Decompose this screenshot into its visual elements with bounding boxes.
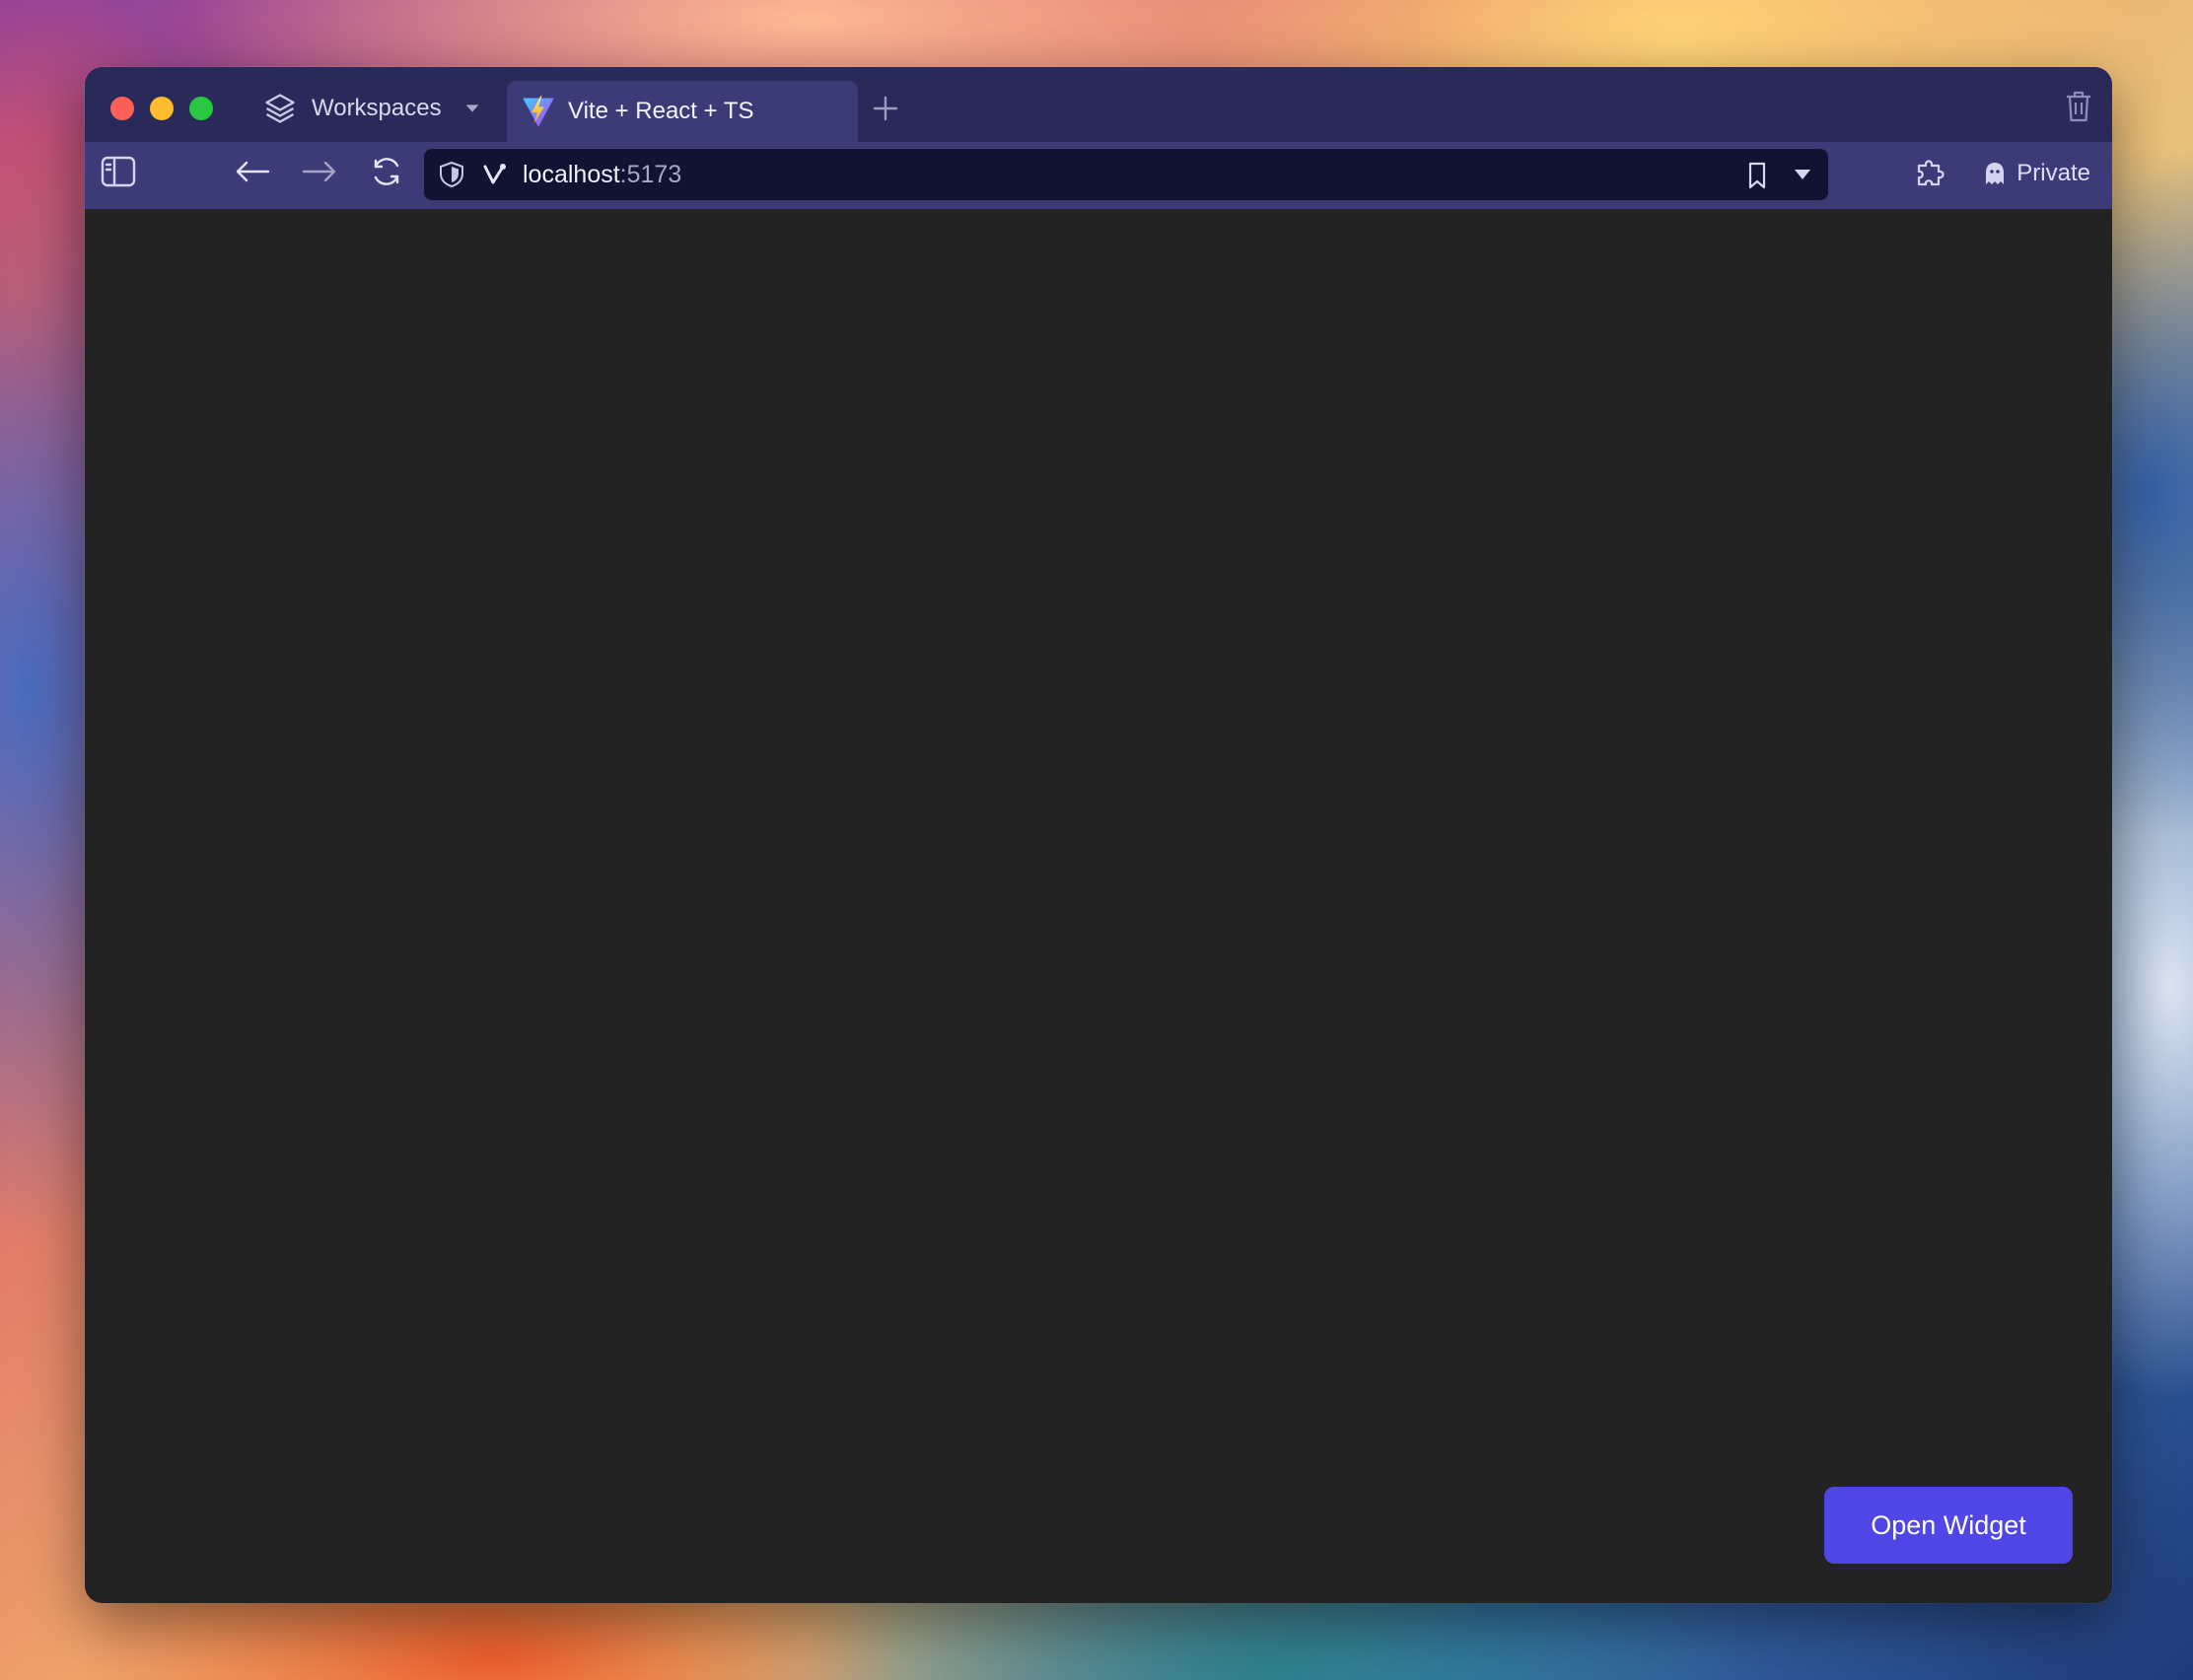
browser-window: Workspaces Vite + React + TS localhost:5… xyxy=(85,67,2112,1603)
page-content: Open Widget xyxy=(85,209,2112,1603)
open-widget-button[interactable]: Open Widget xyxy=(1824,1487,2073,1564)
private-label: Private xyxy=(2016,160,2090,186)
minimize-window-button[interactable] xyxy=(150,97,174,120)
chevron-down-icon[interactable] xyxy=(1793,167,1812,182)
shield-icon[interactable] xyxy=(438,161,465,188)
ghost-icon xyxy=(1986,163,2005,184)
workspaces-label: Workspaces xyxy=(312,95,442,121)
vite-favicon-icon xyxy=(523,96,554,127)
back-arrow-icon[interactable] xyxy=(233,152,272,191)
layers-icon xyxy=(265,94,295,123)
forward-arrow-icon[interactable] xyxy=(300,152,339,191)
trash-icon[interactable] xyxy=(2063,89,2094,124)
plus-icon[interactable] xyxy=(870,93,901,124)
url-host: localhost xyxy=(523,161,620,188)
tab-title: Vite + React + TS xyxy=(568,98,754,124)
close-window-button[interactable] xyxy=(110,97,134,120)
chevron-down-icon xyxy=(465,105,478,112)
bookmark-icon[interactable] xyxy=(1743,161,1771,190)
sidebar-toggle-icon[interactable] xyxy=(99,152,138,191)
extensions-icon[interactable] xyxy=(1911,152,1950,191)
tab-bar: Workspaces Vite + React + TS xyxy=(85,67,2112,142)
private-indicator[interactable]: Private xyxy=(1983,160,2090,187)
url-text: localhost:5173 xyxy=(523,161,681,189)
tab-vite-react-ts[interactable]: Vite + React + TS xyxy=(507,81,858,142)
address-bar[interactable]: localhost:5173 xyxy=(424,149,1828,200)
reload-icon[interactable] xyxy=(367,152,406,191)
zoom-window-button[interactable] xyxy=(189,97,213,120)
vivaldi-logo-icon xyxy=(483,164,506,184)
url-port: :5173 xyxy=(619,161,682,188)
workspaces-button[interactable]: Workspaces xyxy=(262,87,481,130)
